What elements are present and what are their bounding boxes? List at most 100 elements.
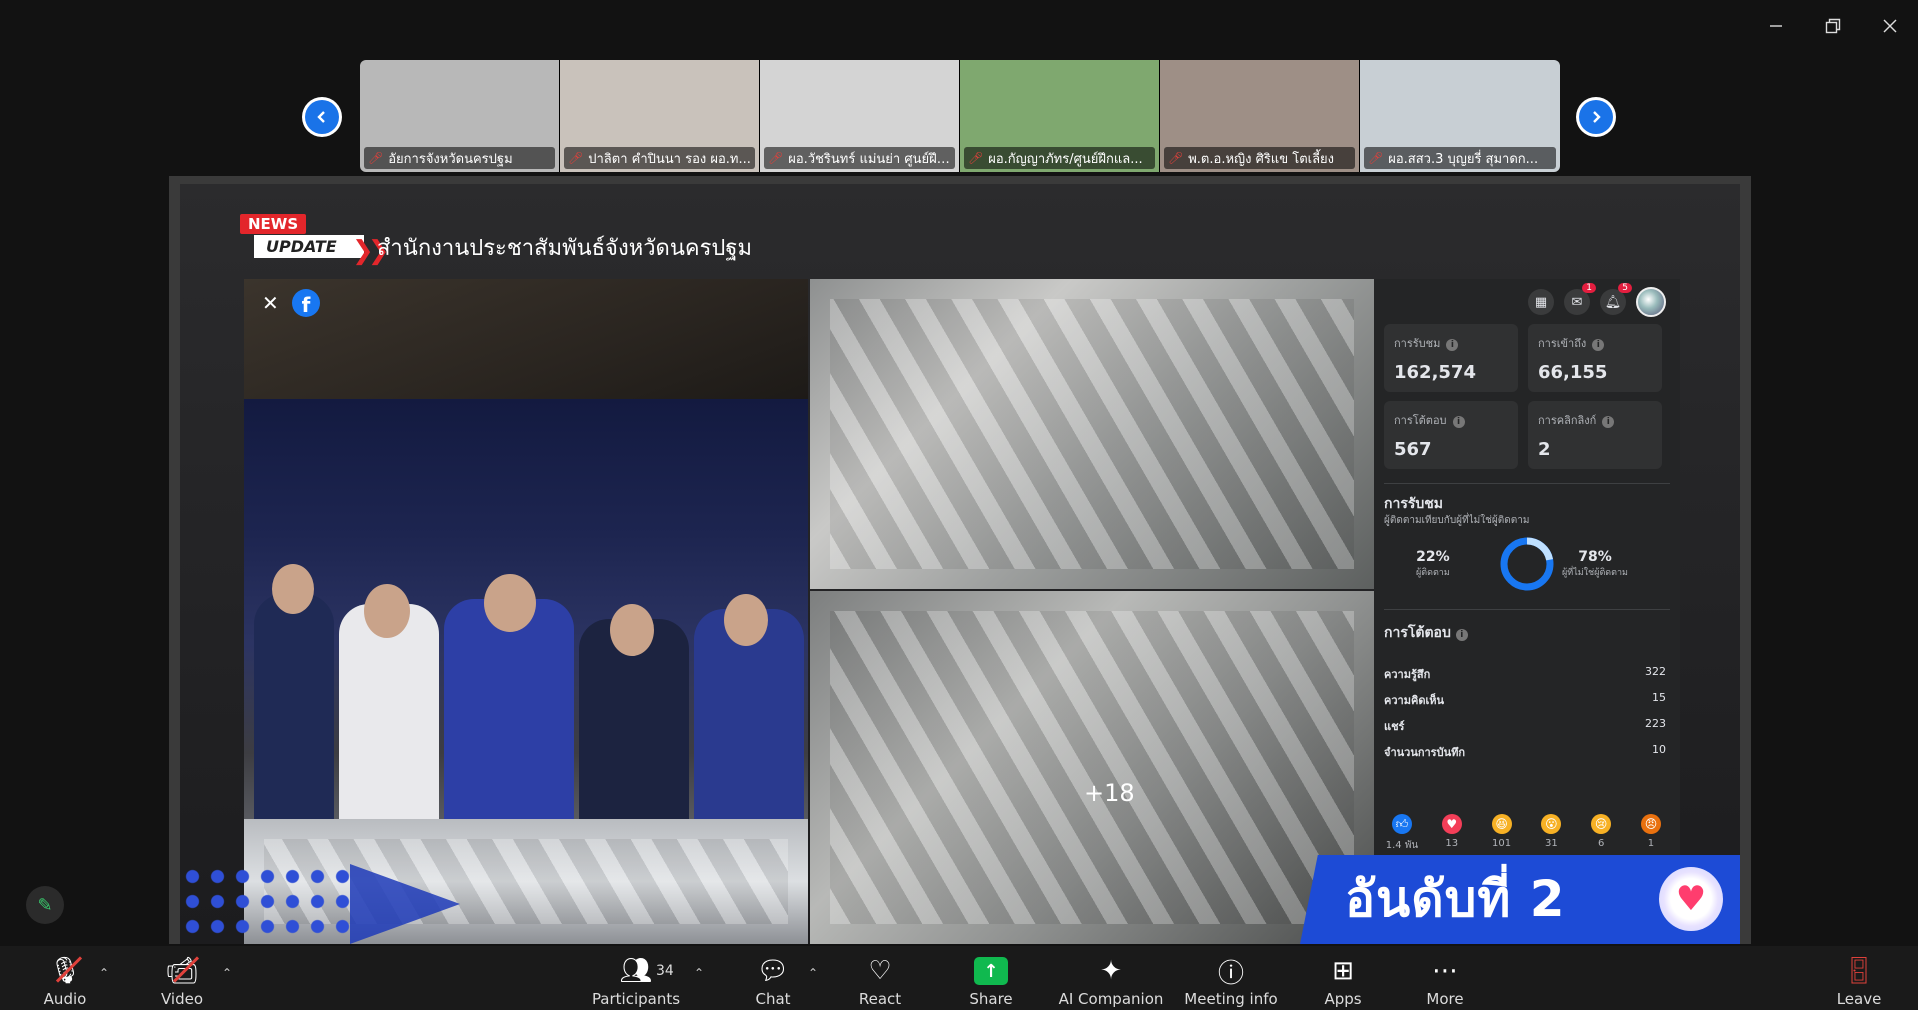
participant-name-tag: 🎤︎ ผอ.วัชรินทร์ แม่นย่า ศูนย์ฝึกฯ... — [764, 147, 955, 169]
participants-icon: 👥︎ — [619, 956, 653, 986]
bell-icon[interactable]: 🔔︎ 5 — [1600, 283, 1632, 315]
muted-slash-icon — [56, 956, 83, 983]
reaction-breakdown: 👍︎ 1.4 พัน ♥ 13 😆︎ 101 😮︎ 31 😢︎ 6 😠︎ 1 — [1384, 814, 1669, 853]
rank-banner: อันดับที่ 2 ♥ — [1300, 855, 1740, 944]
leave-button[interactable]: 🚪︎ Leave — [1799, 954, 1918, 1008]
evidence-bags — [830, 299, 1354, 569]
participant-name-tag: 🎤︎ พ.ต.อ.หญิง ศิริแข โตเลี้ยง — [1164, 147, 1355, 169]
share-button[interactable]: ↑ Share — [931, 954, 1051, 1008]
sparkle-icon: ✦ — [1100, 956, 1122, 986]
wow-icon: 😮︎ — [1541, 814, 1562, 834]
reaction-count: 13 — [1445, 838, 1459, 849]
annotate-pen-button[interactable]: ✎ — [26, 886, 64, 924]
interactions-section-title: การโต้ตอบ i — [1384, 622, 1468, 644]
minimize-button[interactable] — [1756, 12, 1796, 40]
stat-value: 66,155 — [1538, 362, 1608, 383]
followers-pct-value: 22% — [1416, 549, 1450, 565]
next-page-button[interactable] — [1576, 97, 1616, 137]
stat-label: การเข้าถึง — [1538, 337, 1587, 350]
microphone-muted-icon: 🎙︎ — [48, 954, 83, 988]
non-followers-pct-value: 78% — [1578, 549, 1612, 565]
ai-companion-button[interactable]: ✦ AI Companion — [1051, 954, 1171, 1008]
menu-grid-icon[interactable]: ▦ — [1528, 289, 1554, 315]
news-update-logo: NEWS UPDATE ❯❯ — [240, 214, 389, 266]
chat-options-chevron-icon[interactable]: ⌃ — [808, 966, 818, 980]
video-off-slash-icon — [173, 956, 200, 983]
sad-icon: 😢︎ — [1591, 814, 1612, 834]
like-icon: 👍︎ — [1392, 814, 1412, 834]
video-label: Video — [160, 990, 204, 1008]
participant-name: ผอ.สสว.3 บุญยรี่ สุมาดก... — [1388, 151, 1539, 167]
divider — [1384, 609, 1670, 610]
participant-tile[interactable]: 🎤︎ พ.ต.อ.หญิง ศิริแข โตเลี้ยง — [1160, 60, 1360, 172]
participant-tile[interactable]: 🎤︎ อัยการจังหวัดนครปฐม — [360, 60, 560, 172]
reaction-count: 1 — [1647, 838, 1655, 849]
minimize-icon — [1770, 25, 1782, 27]
more-photos-count[interactable]: +18 — [1084, 779, 1135, 807]
views-section-title: การรับชม — [1384, 496, 1443, 512]
interaction-label: จำนวนการบันทึก — [1384, 746, 1465, 759]
avatar[interactable] — [1636, 287, 1666, 317]
react-button[interactable]: ♡ React — [820, 954, 940, 1008]
person-figure — [254, 594, 334, 824]
info-icon[interactable]: i — [1592, 339, 1605, 351]
haha-icon: 😆︎ — [1491, 814, 1512, 834]
video-button[interactable]: 📹︎ Video — [122, 954, 242, 1008]
participants-options-chevron-icon[interactable]: ⌃ — [694, 966, 704, 980]
participants-button[interactable]: 👥︎ Participants — [576, 954, 696, 1008]
chat-button[interactable]: 💬︎ Chat — [713, 954, 833, 1008]
close-icon — [1883, 19, 1897, 33]
previous-page-button[interactable] — [302, 97, 342, 137]
interaction-row: ความคิดเห็น 15 — [1384, 691, 1666, 709]
dot-pattern-decoration — [180, 864, 350, 944]
participant-strip: 🎤︎ อัยการจังหวัดนครปฐม 🎤︎ ปาลิตา คำปินนา ร… — [360, 60, 1560, 172]
participant-name-tag: 🎤︎ อัยการจังหวัดนครปฐม — [364, 147, 555, 169]
heart-outline-icon: ♡ — [868, 956, 892, 986]
close-icon[interactable]: ✕ — [262, 291, 279, 315]
chat-label: Chat — [755, 990, 791, 1008]
info-icon[interactable]: i — [1602, 416, 1615, 428]
stat-link-clicks: การคลิกลิงก์ i 2 — [1528, 401, 1662, 469]
more-label: More — [1426, 990, 1464, 1008]
meeting-info-button[interactable]: ⓘ Meeting info — [1171, 954, 1291, 1009]
love-icon: ♥ — [1441, 814, 1462, 834]
interaction-value: 322 — [1645, 665, 1666, 678]
presentation-slide: NEWS UPDATE ❯❯ สำนักงานประชาสัมพันธ์จังห… — [180, 184, 1740, 944]
reaction-count: 6 — [1598, 838, 1605, 849]
participant-name-tag: 🎤︎ ปาลิตา คำปินนา รอง ผอ.ท... — [564, 147, 755, 169]
messenger-icon[interactable]: ✉ 1 — [1564, 283, 1596, 315]
participant-name: อัยการจังหวัดนครปฐม — [388, 151, 513, 167]
person-figure — [444, 599, 574, 824]
facebook-post-photos: ✕ f +18 — [244, 279, 1374, 944]
video-options-chevron-icon[interactable]: ⌃ — [222, 966, 232, 980]
stat-label: การคลิกลิงก์ — [1538, 414, 1597, 427]
slide-title: สำนักงานประชาสัมพันธ์จังหวัดนครปฐม — [377, 236, 753, 261]
participants-label: Participants — [591, 990, 681, 1008]
reaction-count: 101 — [1492, 838, 1512, 849]
participant-tile[interactable]: 🎤︎ ปาลิตา คำปินนา รอง ผอ.ท... — [560, 60, 760, 172]
participant-tile[interactable]: 🎤︎ ผอ.กัญญาภัทร/ศูนย์ฝึกแล... — [960, 60, 1160, 172]
participant-tile[interactable]: 🎤︎ ผอ.วัชรินทร์ แม่นย่า ศูนย์ฝึกฯ... — [760, 60, 960, 172]
close-window-button[interactable] — [1870, 12, 1910, 40]
info-icon[interactable]: i — [1455, 629, 1468, 641]
audio-options-chevron-icon[interactable]: ⌃ — [99, 966, 109, 980]
restore-icon — [1825, 18, 1841, 34]
person-head — [724, 594, 768, 646]
mic-muted-icon: 🎤︎ — [768, 151, 784, 165]
followers-pct-label: ผู้ติดตาม — [1416, 568, 1450, 578]
photo-evidence-2 — [810, 591, 1374, 944]
info-icon[interactable]: i — [1446, 339, 1459, 351]
stat-interactions: การโต้ตอบ i 567 — [1384, 401, 1518, 469]
interaction-value: 10 — [1652, 743, 1666, 756]
messenger-badge: 1 — [1582, 283, 1596, 293]
more-button[interactable]: ⋯ More — [1385, 954, 1505, 1008]
reaction-love: ♥ 13 — [1434, 814, 1470, 853]
info-icon[interactable]: i — [1452, 416, 1465, 428]
restore-button[interactable] — [1813, 12, 1853, 40]
person-head — [484, 574, 536, 632]
participant-tile[interactable]: 🎤︎ ผอ.สสว.3 บุญยรี่ สุมาดก... — [1360, 60, 1560, 172]
officials-group — [244, 554, 808, 824]
audio-button[interactable]: 🎙︎ Audio — [5, 954, 125, 1008]
evidence-bags — [830, 611, 1354, 924]
share-label: Share — [969, 990, 1013, 1008]
